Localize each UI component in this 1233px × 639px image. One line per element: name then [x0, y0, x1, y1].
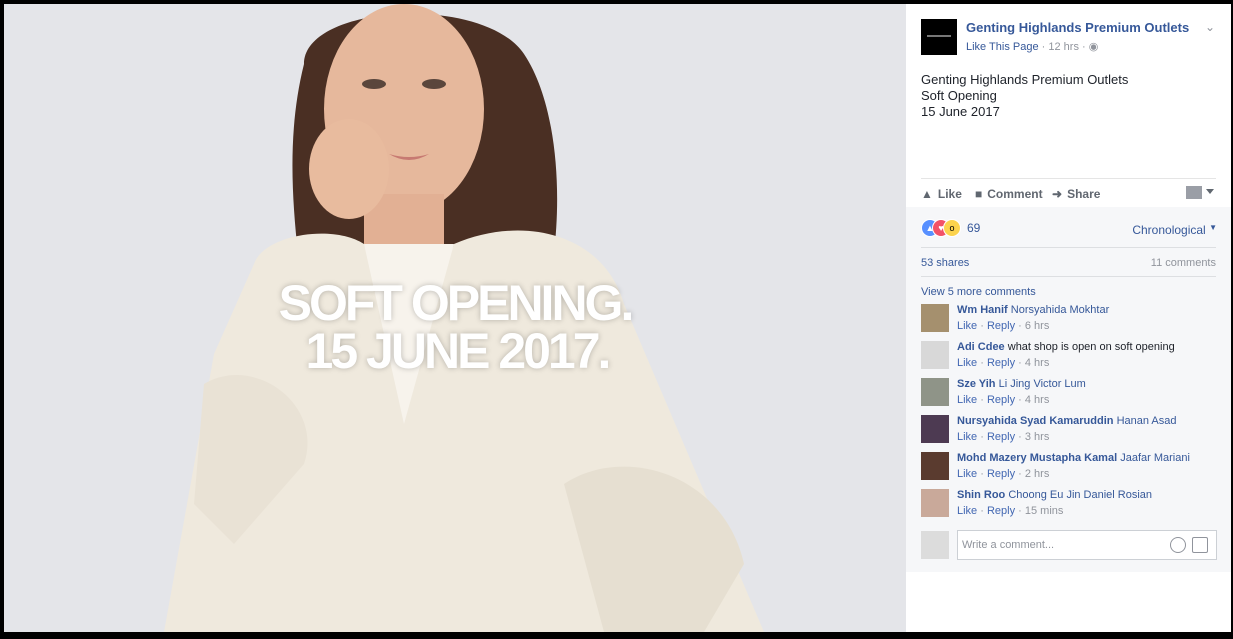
write-comment-row: Write a comment... [921, 530, 1221, 562]
comment-like-link[interactable]: Like [957, 357, 977, 369]
comment-text: what shop is open on soft opening [1007, 341, 1175, 353]
avatar [921, 531, 949, 559]
comment-like-link[interactable]: Like [957, 468, 977, 480]
avatar[interactable] [921, 489, 949, 517]
avatar[interactable] [921, 304, 949, 332]
page-avatar[interactable] [921, 19, 957, 55]
post-text-line: 15 June 2017 [921, 104, 1000, 119]
tagged-name[interactable]: Jaafar Mariani [1120, 452, 1190, 464]
avatar[interactable] [921, 378, 949, 406]
thumbs-up-icon: ▲ [921, 187, 933, 201]
share-button[interactable]: ➜ Share [1052, 187, 1100, 201]
comment-time[interactable]: 6 hrs [1025, 320, 1049, 332]
divider [921, 247, 1216, 248]
post-meta: Like This Page · 12 hrs · ◉ [966, 41, 1099, 53]
sort-comments-dropdown[interactable]: Chronological ▼ [1132, 223, 1217, 237]
view-more-comments-link[interactable]: View 5 more comments [921, 286, 1036, 298]
caret-down-icon [1206, 189, 1214, 194]
comment-item: Sze Yih Li Jing Victor Lum Like · Reply … [921, 376, 1221, 410]
globe-icon: ◉ [1088, 41, 1099, 53]
shares-link[interactable]: 53 shares [921, 257, 969, 269]
tagged-name[interactable]: Li Jing Victor Lum [999, 378, 1086, 390]
post-sidebar: Genting Highlands Premium Outlets ⌄ Like… [906, 4, 1231, 632]
avatar[interactable] [921, 341, 949, 369]
comment-reply-link[interactable]: Reply [987, 468, 1015, 480]
avatar[interactable] [921, 452, 949, 480]
comment-icon: ■ [975, 187, 983, 201]
post-text: Genting Highlands Premium Outlets Soft O… [921, 72, 1128, 120]
comment-like-link[interactable]: Like [957, 394, 977, 406]
profile-thumb-icon [1186, 186, 1202, 199]
comment-item: Adi Cdee what shop is open on soft openi… [921, 339, 1221, 373]
post-text-line: Genting Highlands Premium Outlets [921, 72, 1129, 87]
post-header: Genting Highlands Premium Outlets ⌄ Like… [906, 4, 1231, 165]
comment-item: Wm Hanif Norsyahida Mokhtar Like · Reply… [921, 302, 1221, 336]
comment-reply-link[interactable]: Reply [987, 394, 1015, 406]
comment-author[interactable]: Nursyahida Syad Kamaruddin [957, 415, 1114, 427]
comment-author[interactable]: Sze Yih [957, 378, 996, 390]
comment-input[interactable]: Write a comment... [957, 530, 1217, 560]
sort-label: Chronological [1132, 223, 1206, 237]
comment-time[interactable]: 2 hrs [1025, 468, 1049, 480]
post-actions: ▲ Like ■ Comment ➜ Share [921, 178, 1216, 207]
comment-label: Comment [987, 187, 1043, 201]
divider [921, 276, 1216, 277]
post-photo[interactable]: SOFT OPENING. 15 JUNE 2017. [4, 4, 906, 632]
comment-author[interactable]: Shin Roo [957, 489, 1005, 501]
share-as-selector[interactable] [1186, 186, 1216, 200]
reaction-count[interactable]: 69 [967, 221, 980, 235]
post-time[interactable]: 12 hrs [1048, 41, 1079, 53]
comment-item: Nursyahida Syad Kamaruddin Hanan Asad Li… [921, 413, 1221, 447]
comment-reply-link[interactable]: Reply [987, 357, 1015, 369]
like-button[interactable]: ▲ Like [921, 187, 962, 201]
comment-reply-link[interactable]: Reply [987, 320, 1015, 332]
share-label: Share [1067, 187, 1101, 201]
comments-section: ▲ ♥ o 69 Chronological ▼ 53 shares 11 co… [906, 207, 1231, 572]
overlay-date: 15 JUNE 2017. [305, 323, 612, 379]
emoji-icon[interactable] [1170, 537, 1186, 553]
tagged-name[interactable]: Hanan Asad [1117, 415, 1177, 427]
comment-time[interactable]: 4 hrs [1025, 394, 1049, 406]
comment-reply-link[interactable]: Reply [987, 431, 1015, 443]
comment-button[interactable]: ■ Comment [975, 187, 1043, 201]
tagged-name[interactable]: Norsyahida Mokhtar [1011, 304, 1109, 316]
comment-item: Shin Roo Choong Eu Jin Daniel Rosian Lik… [921, 487, 1221, 521]
share-arrow-icon: ➜ [1052, 187, 1063, 201]
comment-time[interactable]: 4 hrs [1025, 357, 1049, 369]
comment-item: Mohd Mazery Mustapha Kamal Jaafar Marian… [921, 450, 1221, 484]
like-label: Like [937, 187, 962, 201]
comment-like-link[interactable]: Like [957, 320, 977, 332]
page-name-link[interactable]: Genting Highlands Premium Outlets [966, 20, 1189, 35]
comment-time[interactable]: 15 mins [1025, 505, 1064, 517]
comments-count: 11 comments [1150, 257, 1216, 269]
wow-reaction-icon: o [943, 219, 961, 237]
comment-placeholder: Write a comment... [962, 539, 1055, 551]
sticker-icon[interactable] [1192, 537, 1208, 553]
comment-like-link[interactable]: Like [957, 505, 977, 517]
comment-time[interactable]: 3 hrs [1025, 431, 1049, 443]
comment-author[interactable]: Mohd Mazery Mustapha Kamal [957, 452, 1117, 464]
chevron-down-icon[interactable]: ⌄ [1205, 20, 1215, 34]
post-text-line: Soft Opening [921, 88, 997, 103]
tagged-name[interactable]: Choong Eu Jin Daniel Rosian [1008, 489, 1152, 501]
comment-author[interactable]: Wm Hanif [957, 304, 1008, 316]
like-page-link[interactable]: Like This Page [966, 41, 1039, 53]
comment-reply-link[interactable]: Reply [987, 505, 1015, 517]
comment-like-link[interactable]: Like [957, 431, 977, 443]
comment-author[interactable]: Adi Cdee [957, 341, 1005, 353]
avatar[interactable] [921, 415, 949, 443]
caret-down-icon: ▼ [1209, 223, 1217, 232]
